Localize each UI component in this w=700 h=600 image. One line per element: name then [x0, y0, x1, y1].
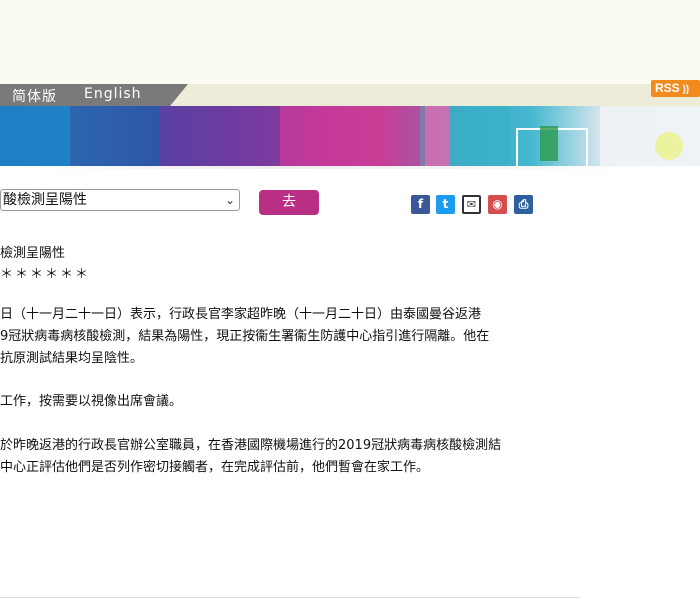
article-p3-line2: 中心正評估他們是否列作密切接觸者，在完成評估前，他們暫會在家工作。: [0, 460, 430, 475]
chevron-down-icon: ⌄: [224, 193, 235, 207]
banner-stripe: [160, 106, 280, 169]
weibo-icon[interactable]: ◉: [488, 195, 507, 214]
lang-english-link[interactable]: English: [84, 86, 142, 102]
article-p2-line1: 工作，按需要以視像出席會議。: [0, 394, 183, 409]
banner-stripe: [0, 106, 70, 169]
footer-divider: [0, 597, 580, 598]
top-header-band: [0, 0, 700, 84]
banner-glow: [655, 132, 683, 160]
facebook-icon[interactable]: f: [411, 195, 430, 214]
rss-label: RSS: [655, 81, 680, 95]
banner-stripe: [280, 106, 420, 169]
article-title: 檢測呈陽性: [0, 246, 66, 261]
article-stars: ＊＊＊＊＊＊: [0, 267, 91, 282]
banner-stripe: [600, 106, 700, 169]
go-button[interactable]: 去: [259, 190, 319, 215]
article-p1-line3: 抗原測試結果均呈陰性。: [0, 351, 144, 366]
rss-icon: )): [679, 84, 690, 95]
language-tab-corner: [170, 84, 188, 106]
press-release-select[interactable]: 酸檢測呈陽性 ⌄: [0, 189, 240, 211]
article-p3-line1: 於昨晚返港的行政長官辦公室職員，在香港國際機場進行的2019冠狀病毒病核酸檢測結: [0, 438, 502, 453]
email-icon[interactable]: ✉: [462, 195, 481, 214]
print-icon[interactable]: ⎙: [514, 195, 533, 214]
select-value: 酸檢測呈陽性: [3, 192, 87, 208]
rss-button[interactable]: RSS )): [651, 80, 700, 97]
banner-divider: [0, 166, 700, 169]
article-p1-line1: 日（十一月二十一日）表示，行政長官李家超昨晚（十一月二十日）由泰國曼谷返港: [0, 307, 482, 322]
article-p1-line2: 9冠狀病毒病核酸檢測，結果為陽性，現正按衞生署衞生防護中心指引進行隔離。他在: [0, 329, 490, 344]
header-banner: [0, 106, 700, 169]
banner-stripe: [70, 106, 160, 169]
banner-stripe: [540, 126, 558, 161]
twitter-icon[interactable]: t: [436, 195, 455, 214]
lang-simplified-link[interactable]: 简体版: [12, 86, 57, 106]
banner-stripe: [450, 106, 510, 169]
banner-stripe: [425, 106, 450, 169]
